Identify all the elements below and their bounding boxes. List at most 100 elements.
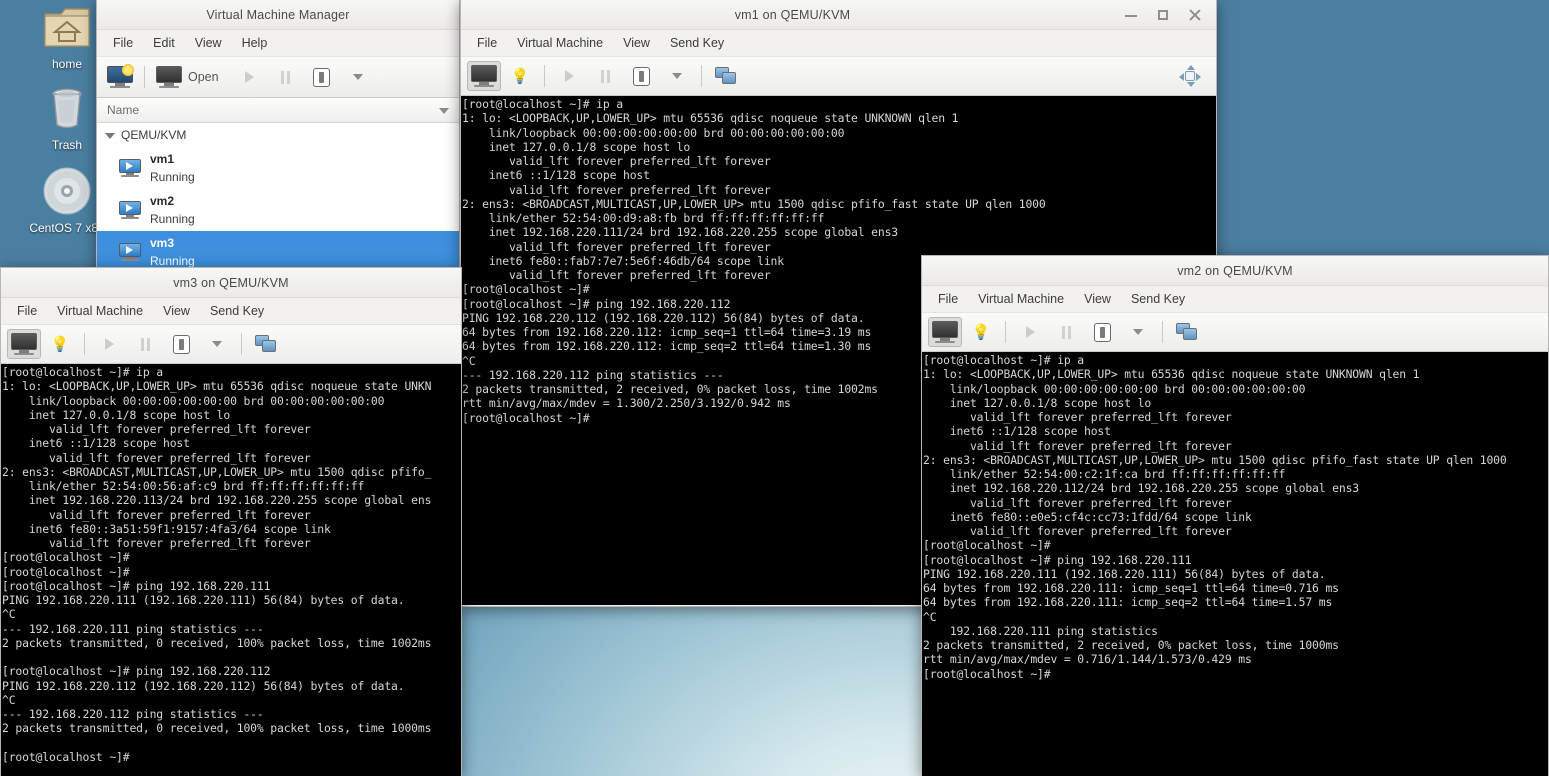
chevron-down-icon: [212, 341, 222, 347]
open-vm-button[interactable]: Open: [152, 62, 231, 92]
details-view-button[interactable]: 💡: [503, 61, 537, 91]
vmm-menubar[interactable]: File Edit View Help: [97, 30, 459, 56]
pause-icon: [281, 70, 291, 84]
lightbulb-icon: 💡: [50, 335, 70, 353]
toolbar-separator: [144, 66, 145, 88]
console-view-button[interactable]: [7, 329, 41, 359]
pause-vm-button: [269, 62, 303, 92]
toolbar-separator: [241, 333, 242, 355]
vm1-menubar[interactable]: File Virtual Machine View Send Key: [461, 30, 1216, 56]
vm-monitor-icon: [119, 200, 141, 220]
minimize-icon[interactable]: [1124, 8, 1138, 22]
vm3-menu-view[interactable]: View: [155, 301, 198, 321]
vmm-menu-help[interactable]: Help: [234, 33, 276, 53]
vm-state: Running: [150, 254, 195, 268]
vmm-menu-view[interactable]: View: [187, 33, 230, 53]
close-icon[interactable]: [1188, 8, 1202, 22]
shutdown-menu-button[interactable]: [1121, 317, 1155, 347]
chevron-down-icon: [672, 73, 682, 79]
vm3-titlebar[interactable]: vm3 on QEMU/KVM: [1, 268, 461, 298]
shutdown-menu-button[interactable]: [341, 62, 375, 92]
run-vm-button: [1013, 317, 1047, 347]
toolbar-separator: [1162, 321, 1163, 343]
vmm-menu-file[interactable]: File: [105, 33, 141, 53]
vm3-menu-send-key[interactable]: Send Key: [202, 301, 272, 321]
snapshots-button[interactable]: [709, 61, 743, 91]
vm2-menu-virtual-machine[interactable]: Virtual Machine: [970, 289, 1072, 309]
vmm-toolbar[interactable]: Open: [97, 56, 459, 98]
vm1-menu-virtual-machine[interactable]: Virtual Machine: [509, 33, 611, 53]
vmm-menu-edit[interactable]: Edit: [145, 33, 183, 53]
connection-group-label: QEMU/KVM: [121, 128, 187, 142]
vm-list-name-column: Name: [107, 103, 140, 117]
maximize-icon[interactable]: [1156, 8, 1170, 22]
vm3-menubar[interactable]: File Virtual Machine View Send Key: [1, 298, 461, 324]
vmm-title: Virtual Machine Manager: [206, 7, 350, 22]
chevron-down-icon: [1133, 329, 1143, 335]
vm1-menu-send-key[interactable]: Send Key: [662, 33, 732, 53]
vm2-title: vm2 on QEMU/KVM: [1177, 263, 1293, 278]
snapshots-button[interactable]: [1170, 317, 1204, 347]
toolbar-separator: [84, 333, 85, 355]
monitor-icon: [156, 66, 182, 88]
vm3-toolbar[interactable]: 💡: [1, 324, 461, 364]
vm-state: Running: [150, 170, 195, 184]
vm1-toolbar[interactable]: 💡: [461, 56, 1216, 96]
shutdown-vm-button[interactable]: [164, 329, 198, 359]
pause-icon: [600, 69, 610, 83]
vm1-window-controls[interactable]: [1124, 8, 1216, 22]
virtual-machine-manager-window[interactable]: Virtual Machine Manager File Edit View H…: [96, 0, 460, 278]
vm3-console-output[interactable]: [root@localhost ~]# ip a 1: lo: <LOOPBAC…: [1, 364, 461, 776]
vm2-menubar[interactable]: File Virtual Machine View Send Key: [922, 286, 1548, 312]
resize-to-vm-button[interactable]: [1176, 61, 1210, 91]
power-icon: [313, 67, 331, 87]
vm-list[interactable]: QEMU/KVM vm1 Running vm2 Running vm3 Run…: [97, 123, 459, 276]
new-vm-button[interactable]: [103, 62, 137, 92]
vm-monitor-icon: [119, 242, 141, 262]
vm2-console-output[interactable]: [root@localhost ~]# ip a 1: lo: <LOOPBAC…: [922, 352, 1548, 776]
vm2-toolbar[interactable]: 💡: [922, 312, 1548, 352]
vm3-console-window[interactable]: vm3 on QEMU/KVM File Virtual Machine Vie…: [0, 267, 462, 776]
play-icon: [245, 71, 255, 83]
column-options-icon[interactable]: [439, 103, 449, 117]
shutdown-vm-button[interactable]: [305, 62, 339, 92]
run-vm-button: [233, 62, 267, 92]
power-icon: [172, 334, 190, 354]
vm3-menu-file[interactable]: File: [9, 301, 45, 321]
details-view-button[interactable]: 💡: [964, 317, 998, 347]
vm-name: vm1: [150, 152, 175, 166]
pause-vm-button: [1049, 317, 1083, 347]
console-view-button[interactable]: [467, 61, 501, 91]
vm2-menu-view[interactable]: View: [1076, 289, 1119, 309]
vm-list-column-header[interactable]: Name: [97, 98, 459, 123]
shutdown-vm-button[interactable]: [1085, 317, 1119, 347]
run-vm-button: [552, 61, 586, 91]
snapshots-button[interactable]: [249, 329, 283, 359]
resize-to-vm-icon: [1179, 65, 1201, 87]
vmm-titlebar[interactable]: Virtual Machine Manager: [97, 0, 459, 30]
vm1-titlebar[interactable]: vm1 on QEMU/KVM: [461, 0, 1216, 30]
monitor-icon: [11, 333, 37, 355]
console-view-button[interactable]: [928, 317, 962, 347]
vm3-menu-virtual-machine[interactable]: Virtual Machine: [49, 301, 151, 321]
shutdown-vm-button[interactable]: [624, 61, 658, 91]
vm2-titlebar[interactable]: vm2 on QEMU/KVM: [922, 256, 1548, 286]
vm1-menu-view[interactable]: View: [615, 33, 658, 53]
vm-name: vm2: [150, 194, 175, 208]
shutdown-menu-button[interactable]: [660, 61, 694, 91]
power-icon: [632, 66, 650, 86]
vm-list-item-vm1[interactable]: vm1 Running: [97, 147, 459, 189]
pause-icon: [1061, 325, 1071, 339]
lightbulb-icon: 💡: [510, 67, 530, 85]
vm1-menu-file[interactable]: File: [469, 33, 505, 53]
vm-list-item-vm2[interactable]: vm2 Running: [97, 189, 459, 231]
open-vm-label: Open: [188, 70, 219, 84]
vm2-menu-send-key[interactable]: Send Key: [1123, 289, 1193, 309]
connection-group-qemu-kvm[interactable]: QEMU/KVM: [97, 123, 459, 147]
chevron-down-icon[interactable]: [105, 128, 115, 142]
details-view-button[interactable]: 💡: [43, 329, 77, 359]
vm2-console-window[interactable]: vm2 on QEMU/KVM File Virtual Machine Vie…: [921, 255, 1549, 776]
vm-name: vm3: [150, 236, 175, 250]
vm2-menu-file[interactable]: File: [930, 289, 966, 309]
shutdown-menu-button[interactable]: [200, 329, 234, 359]
